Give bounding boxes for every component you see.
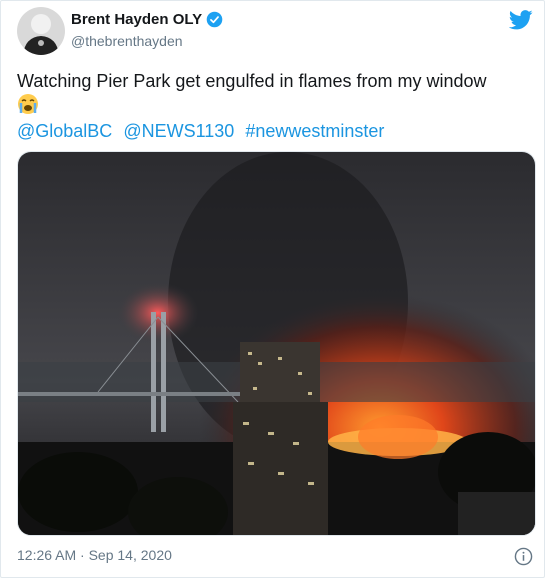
tweet-timestamp[interactable]: 12:26 AM · Sep 14, 2020 (17, 547, 172, 563)
tweet-mentions: @GlobalBC @NEWS1130 #newwestminster (17, 119, 390, 143)
verified-badge-icon (206, 11, 223, 28)
author-row: Brent Hayden OLY (71, 11, 223, 28)
hashtag-newwestminster[interactable]: #newwestminster (245, 121, 384, 141)
author-name[interactable]: Brent Hayden OLY (71, 11, 202, 28)
author-handle[interactable]: @thebrenthayden (71, 33, 183, 49)
tweet-text: Watching Pier Park get engulfed in flame… (17, 71, 487, 91)
mention-news1130[interactable]: @NEWS1130 (123, 121, 234, 141)
tweet-card: Brent Hayden OLY @thebrenthayden Watchin… (0, 0, 545, 578)
crying-face-emoji-icon (18, 94, 38, 114)
fire-night-photo (18, 152, 535, 535)
mention-globalbc[interactable]: @GlobalBC (17, 121, 112, 141)
info-icon[interactable] (514, 547, 533, 566)
twitter-bird-icon[interactable] (509, 10, 533, 30)
avatar[interactable] (17, 7, 65, 55)
tweet-photo[interactable] (17, 151, 536, 536)
